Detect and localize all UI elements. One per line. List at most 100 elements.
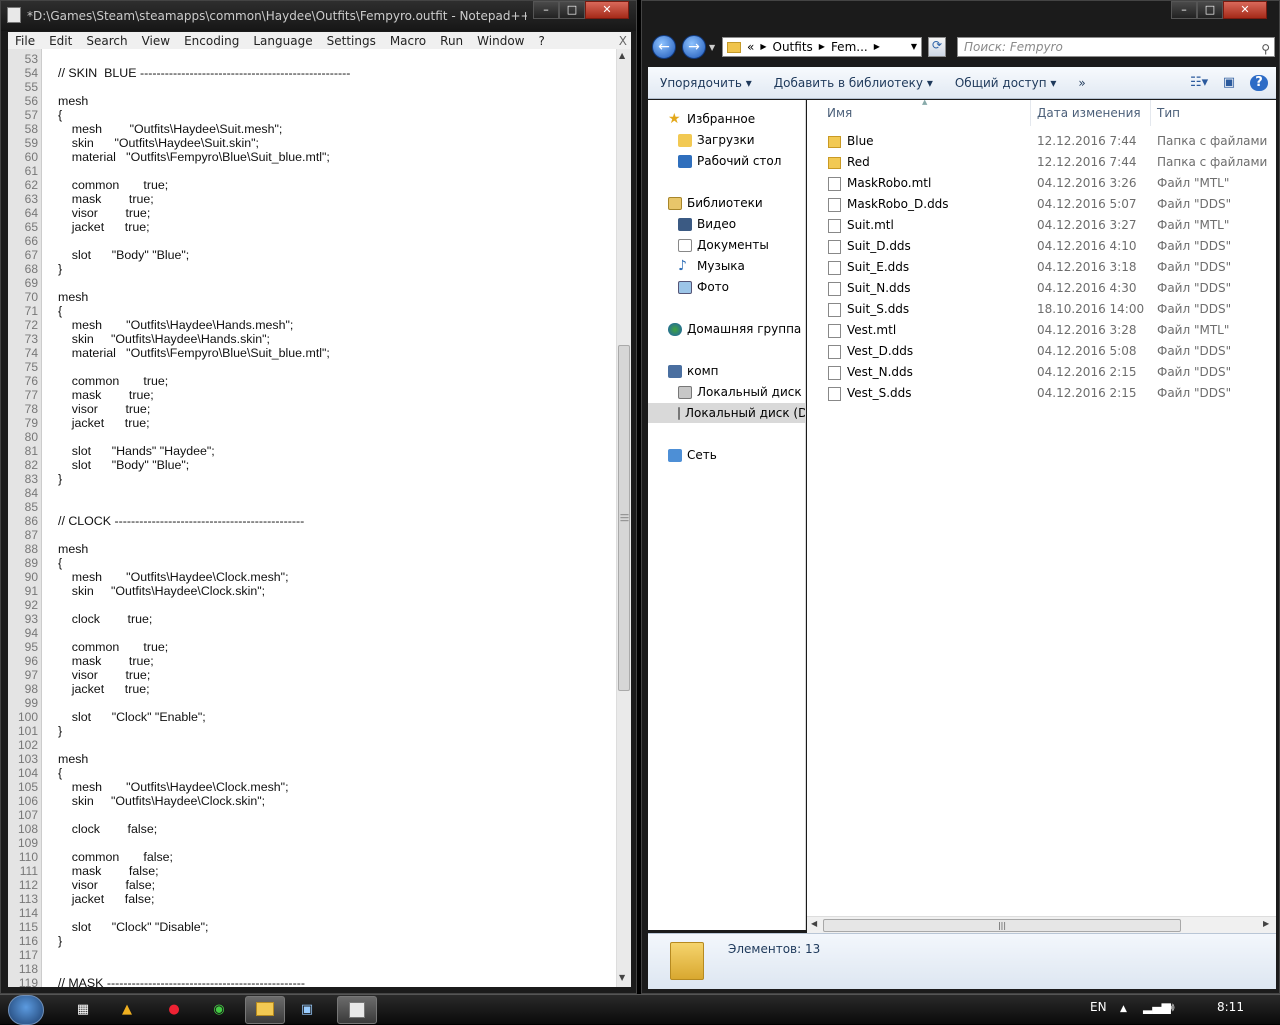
file-date: 12.12.2016 7:44: [1037, 155, 1137, 169]
maximize-button[interactable]: □: [559, 1, 585, 19]
file-row[interactable]: Suit_D.dds 04.12.2016 4:10 Файл "DDS": [807, 236, 1276, 257]
minimize-button[interactable]: –: [533, 1, 559, 19]
organize-button[interactable]: Упорядочить ▾: [648, 76, 762, 90]
line-number: 58: [24, 122, 38, 136]
code-line: 99: [8, 696, 608, 710]
file-row[interactable]: Suit_N.dds 04.12.2016 4:30 Файл "DDS": [807, 278, 1276, 299]
forward-arrow-icon[interactable]: →: [682, 35, 706, 59]
menu-item-language[interactable]: Language: [246, 34, 319, 48]
file-row[interactable]: Red 12.12.2016 7:44 Папка с файлами: [807, 152, 1276, 173]
minimize-button[interactable]: –: [1171, 1, 1197, 19]
nav-photo[interactable]: Фото: [678, 277, 729, 297]
notepad-title-bar[interactable]: *D:\Games\Steam\steamapps\common\Haydee\…: [1, 1, 636, 31]
share-button[interactable]: Общий доступ ▾: [943, 76, 1067, 90]
nav-desktop[interactable]: Рабочий стол: [678, 151, 781, 171]
file-row[interactable]: MaskRobo.mtl 04.12.2016 3:26 Файл "MTL": [807, 173, 1276, 194]
nav-disk-c[interactable]: Локальный диск (C:: [678, 382, 805, 402]
show-hidden-icons-icon[interactable]: ▲: [1120, 1004, 1127, 1014]
breadcrumb-outfits[interactable]: Outfits: [773, 38, 813, 56]
nav-favorites[interactable]: ★ Избранное: [668, 109, 755, 129]
nav-network[interactable]: Сеть: [668, 445, 717, 465]
more-commands-button[interactable]: »: [1066, 76, 1095, 90]
start-button[interactable]: [8, 995, 44, 1025]
app-triangle-icon[interactable]: ▲: [116, 999, 138, 1021]
close-button[interactable]: ✕: [1223, 1, 1267, 19]
nav-music[interactable]: ♪ Музыка: [678, 256, 745, 276]
file-name: Suit_E.dds: [847, 260, 910, 274]
preview-pane-icon[interactable]: ▣: [1220, 75, 1238, 91]
nav-libraries[interactable]: Библиотеки: [668, 193, 763, 213]
file-date: 04.12.2016 3:26: [1037, 176, 1137, 190]
notepad-editor[interactable]: 53 54 // SKIN BLUE -----------------------…: [8, 49, 631, 987]
add-to-library-button[interactable]: Добавить в библиотеку ▾: [762, 76, 943, 90]
menu-item-encoding[interactable]: Encoding: [177, 34, 246, 48]
menu-item-settings[interactable]: Settings: [320, 34, 383, 48]
line-number: 98: [24, 682, 38, 696]
file-list-horizontal-scrollbar[interactable]: ◀ ||| ▶: [807, 916, 1276, 933]
chrome-icon[interactable]: ◉: [208, 999, 230, 1021]
code-line: 65 jacket true;: [8, 220, 608, 234]
menu-item-run[interactable]: Run: [433, 34, 470, 48]
back-arrow-icon[interactable]: ←: [652, 35, 676, 59]
refresh-button[interactable]: ⟳: [928, 37, 946, 57]
nav-homegroup[interactable]: Домашняя группа: [668, 319, 801, 339]
scroll-left-arrow-icon[interactable]: ◀: [811, 919, 817, 928]
clock[interactable]: 8:11: [1217, 1000, 1244, 1014]
line-number: 99: [24, 696, 38, 710]
nav-computer[interactable]: комп: [668, 361, 719, 381]
scroll-up-arrow-icon[interactable]: ▲: [619, 51, 625, 60]
file-row[interactable]: MaskRobo_D.dds 04.12.2016 5:07 Файл "DDS": [807, 194, 1276, 215]
file-row[interactable]: Vest_D.dds 04.12.2016 5:08 Файл "DDS": [807, 341, 1276, 362]
menu-item-view[interactable]: View: [135, 34, 177, 48]
menu-item-window[interactable]: Window: [470, 34, 531, 48]
menu-item-help[interactable]: ?: [532, 34, 552, 48]
recent-pages-chevron-icon[interactable]: ▼: [709, 43, 715, 52]
homegroup-icon: [668, 322, 682, 336]
app-blue-icon[interactable]: ▣: [296, 999, 318, 1021]
column-header-type[interactable]: Тип: [1151, 100, 1276, 126]
view-controls: ☷▾ ▣ ?: [1190, 74, 1276, 91]
file-row[interactable]: Blue 12.12.2016 7:44 Папка с файлами: [807, 131, 1276, 152]
search-icon[interactable]: ⚲: [1261, 40, 1270, 58]
volume-icon[interactable]: 🔊︎: [1167, 1000, 1175, 1015]
menu-item-search[interactable]: Search: [79, 34, 134, 48]
nav-downloads[interactable]: Загрузки: [678, 130, 755, 150]
nav-documents[interactable]: Документы: [678, 235, 769, 255]
menu-item-edit[interactable]: Edit: [42, 34, 79, 48]
search-input[interactable]: Поиск: Fempyro ⚲: [957, 37, 1275, 57]
file-row[interactable]: Vest_N.dds 04.12.2016 2:15 Файл "DDS": [807, 362, 1276, 383]
view-mode-icon[interactable]: ☷▾: [1190, 75, 1208, 91]
line-number: 113: [18, 892, 38, 906]
menu-item-file[interactable]: File: [8, 34, 42, 48]
scroll-right-arrow-icon[interactable]: ▶: [1263, 919, 1269, 928]
breadcrumb-fempyro[interactable]: Fem...: [831, 38, 868, 56]
file-row[interactable]: Vest_S.dds 04.12.2016 2:15 Файл "DDS": [807, 383, 1276, 404]
code-line: 61: [8, 164, 608, 178]
breadcrumb-overflow[interactable]: «: [747, 38, 754, 56]
menu-item-macro[interactable]: Macro: [383, 34, 433, 48]
nav-video[interactable]: Видео: [678, 214, 736, 234]
close-document-icon[interactable]: X: [612, 34, 631, 48]
app-red-icon[interactable]: ●: [163, 999, 185, 1021]
editor-vertical-scrollbar[interactable]: ▲ — — — ▼: [616, 49, 631, 987]
maximize-button[interactable]: □: [1197, 1, 1223, 19]
address-dropdown-icon[interactable]: ▼: [911, 38, 917, 56]
nav-disk-d[interactable]: Локальный диск (D:: [648, 403, 805, 423]
file-row[interactable]: Vest.mtl 04.12.2016 3:28 Файл "MTL": [807, 320, 1276, 341]
language-indicator[interactable]: EN: [1090, 1000, 1107, 1014]
notepad-taskbar-button[interactable]: [337, 996, 377, 1024]
file-row[interactable]: Suit.mtl 04.12.2016 3:27 Файл "MTL": [807, 215, 1276, 236]
explorer-taskbar-button[interactable]: [245, 996, 285, 1024]
column-header-date[interactable]: Дата изменения: [1031, 100, 1151, 126]
file-row[interactable]: Suit_S.dds 18.10.2016 14:00 Файл "DDS": [807, 299, 1276, 320]
address-breadcrumb[interactable]: « ▶ Outfits ▶ Fem... ▶ ▼: [722, 37, 922, 57]
scrollbar-thumb[interactable]: |||: [823, 919, 1181, 932]
calculator-icon[interactable]: ▦: [72, 999, 94, 1021]
file-row[interactable]: Suit_E.dds 04.12.2016 3:18 Файл "DDS": [807, 257, 1276, 278]
scroll-down-arrow-icon[interactable]: ▼: [619, 973, 625, 982]
file-type: Файл "DDS": [1157, 302, 1232, 316]
file-name: Suit_N.dds: [847, 281, 911, 295]
help-icon[interactable]: ?: [1250, 74, 1268, 91]
close-button[interactable]: ✕: [585, 1, 629, 19]
line-text: common true;: [58, 640, 169, 654]
